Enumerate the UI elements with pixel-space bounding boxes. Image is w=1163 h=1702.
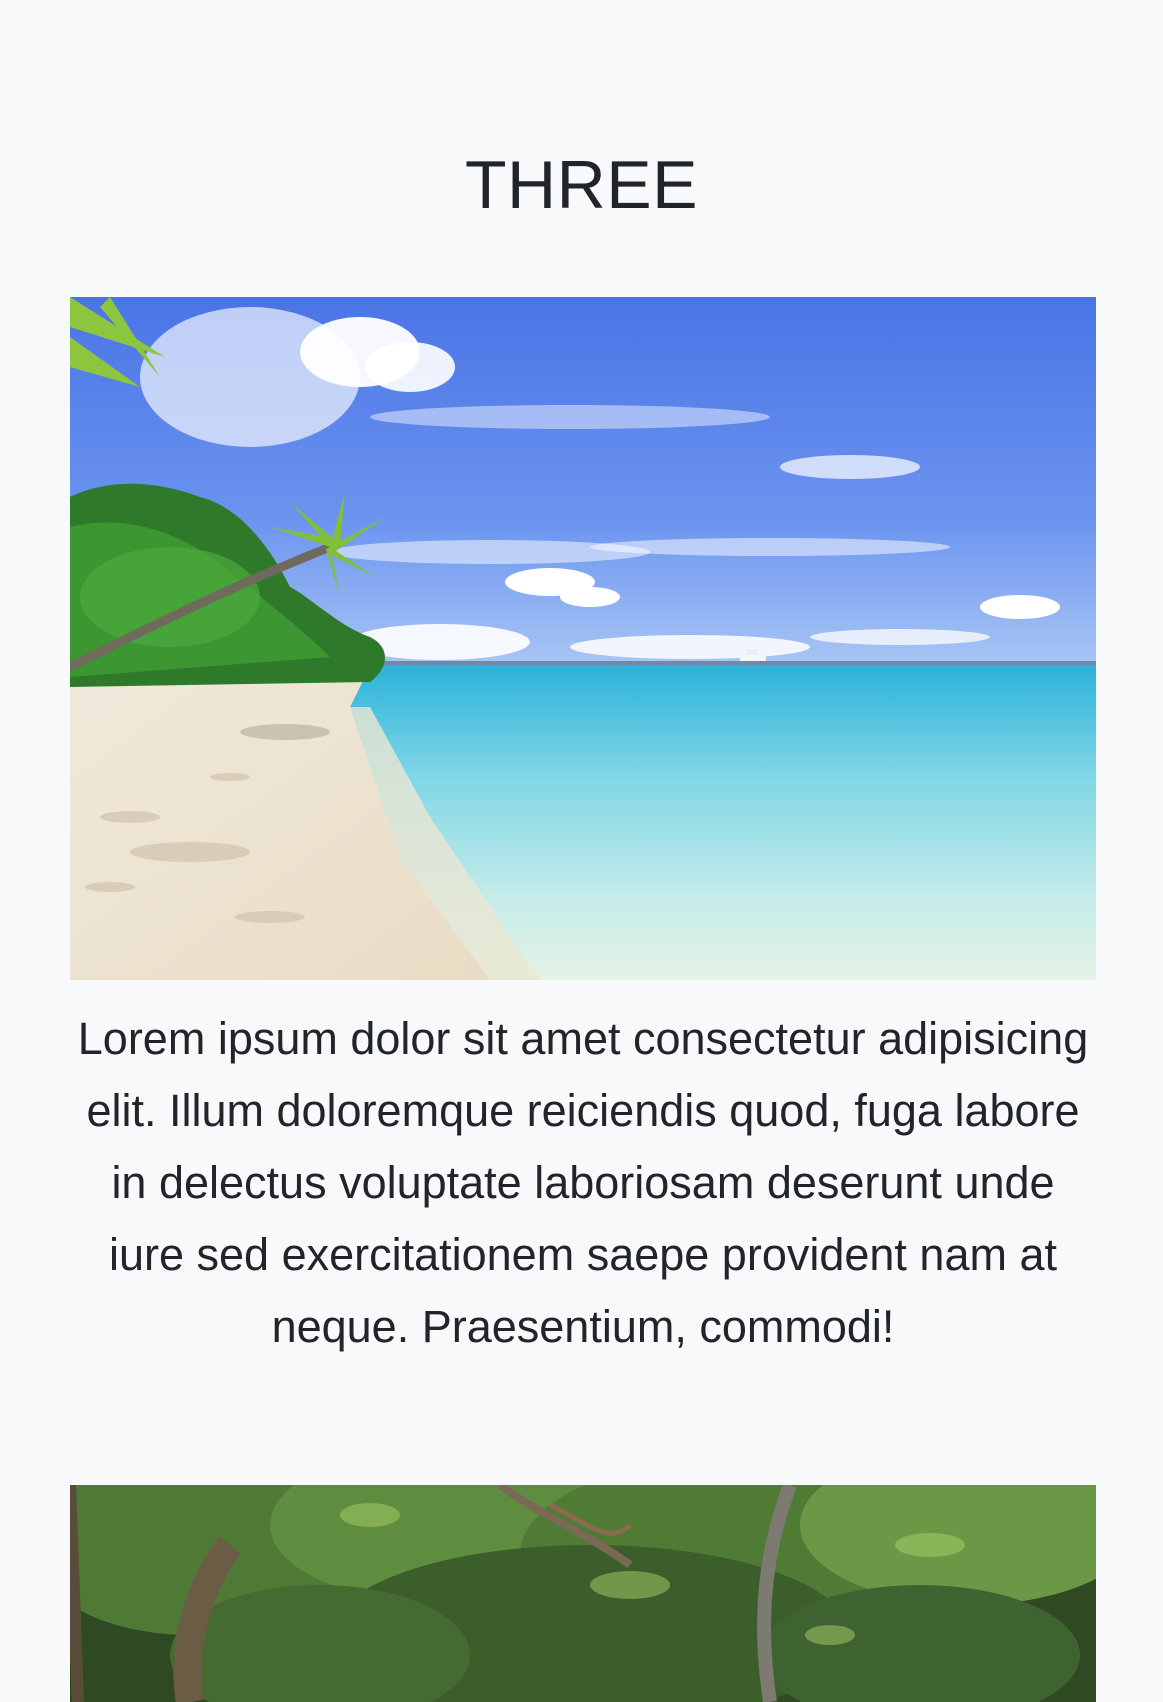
section-title: THREE <box>465 147 698 223</box>
section-caption: Lorem ipsum dolor sit amet consectetur a… <box>77 1013 1089 1352</box>
forest-image <box>70 1485 1096 1702</box>
beach-image <box>70 297 1096 980</box>
page: THREE Lorem ipsum dolor sit amet consect… <box>0 0 1163 1702</box>
